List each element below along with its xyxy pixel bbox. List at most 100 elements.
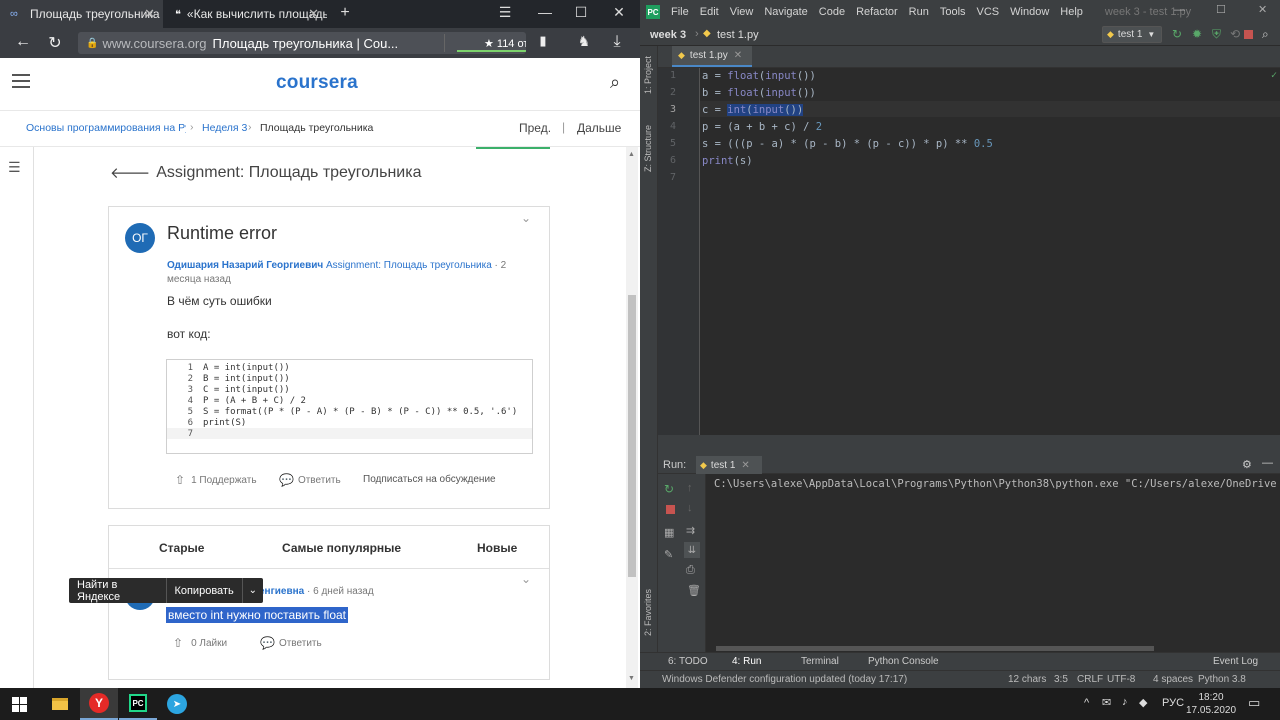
tab-oldest[interactable]: Старые: [159, 541, 204, 555]
file-encoding[interactable]: UTF-8: [1107, 674, 1135, 685]
stop-icon[interactable]: [666, 505, 675, 514]
editor-tab[interactable]: ◆ test 1.py ✕: [672, 46, 752, 67]
tab-coursera[interactable]: ∞ Площадь треугольника ✕: [0, 0, 163, 28]
rerun-icon[interactable]: ↻: [1172, 27, 1182, 41]
language-indicator[interactable]: РУС: [1162, 697, 1184, 709]
back-icon[interactable]: ←: [12, 33, 34, 51]
protect-icon[interactable]: ♞: [573, 33, 595, 50]
breadcrumb-week[interactable]: Неделя 3: [202, 122, 247, 134]
page-scrollbar[interactable]: ▲ ▼: [626, 147, 638, 688]
close-tab-icon[interactable]: ✕: [741, 460, 749, 471]
trash-icon[interactable]: 🗑: [687, 584, 701, 597]
copy-button[interactable]: Копировать: [166, 585, 241, 597]
menu-navigate[interactable]: Navigate: [764, 6, 807, 18]
search-icon[interactable]: ⌕: [610, 72, 620, 93]
list-icon[interactable]: ☰: [8, 159, 21, 176]
tray-expand-icon[interactable]: ^: [1084, 697, 1089, 709]
download-icon[interactable]: ⤓: [606, 33, 628, 51]
menu-edit[interactable]: Edit: [700, 6, 719, 18]
profile-icon[interactable]: ⟲: [1230, 27, 1240, 41]
network-icon[interactable]: ◆: [1139, 696, 1147, 709]
pycharm-taskbar-icon[interactable]: PC: [119, 688, 157, 720]
new-tab-button[interactable]: +: [330, 4, 360, 22]
browser-menu-icon[interactable]: ☰: [490, 4, 520, 21]
maximize-icon[interactable]: ☐: [566, 4, 596, 21]
prev-link[interactable]: Пред.: [519, 121, 551, 135]
chevron-down-icon[interactable]: ⌄: [521, 572, 531, 586]
project-tool-tab[interactable]: 1: Project: [643, 56, 653, 94]
file-explorer-icon[interactable]: [41, 688, 79, 720]
tray-audio-icon[interactable]: ♪: [1122, 696, 1128, 708]
author-link[interactable]: Одишария Назарий Георгиевич: [167, 260, 323, 271]
gear-icon[interactable]: ⚙: [1242, 458, 1252, 471]
menu-help[interactable]: Help: [1060, 6, 1083, 18]
rerun-icon[interactable]: ↻: [664, 482, 674, 496]
chevron-down-icon[interactable]: ⌄: [521, 211, 531, 225]
hamburger-menu-icon[interactable]: [12, 74, 30, 88]
run-tool-tab[interactable]: 4: Run: [732, 656, 761, 667]
assignment-link[interactable]: Assignment: Площадь треугольника: [326, 260, 492, 271]
console-scrollbar[interactable]: [716, 646, 1154, 651]
menu-run[interactable]: Run: [909, 6, 929, 18]
nav-file[interactable]: test 1.py: [717, 29, 759, 41]
soft-wrap-icon[interactable]: ⇉: [686, 524, 695, 537]
close-tab-icon[interactable]: ✕: [734, 50, 742, 61]
run-tab[interactable]: ◆ test 1 ✕: [696, 456, 762, 474]
structure-tool-tab[interactable]: Z: Structure: [643, 125, 653, 172]
coursera-logo[interactable]: coursera: [276, 72, 358, 94]
upvote-button[interactable]: ⇧ 1 Поддержать: [175, 473, 257, 487]
search-icon[interactable]: ⌕: [1262, 27, 1269, 42]
assignment-header[interactable]: 🡐 Assignment: Площадь треугольника: [110, 163, 421, 183]
coverage-icon[interactable]: ⛨: [1212, 27, 1221, 42]
notification-icon[interactable]: ▭: [1248, 695, 1260, 711]
pin-icon[interactable]: ✎: [664, 548, 673, 561]
scroll-up-icon[interactable]: ▲: [628, 151, 635, 158]
close-tab-icon[interactable]: ✕: [144, 6, 155, 22]
arrow-up-icon[interactable]: ↑: [687, 482, 693, 494]
menu-vcs[interactable]: VCS: [977, 6, 1000, 18]
scroll-down-icon[interactable]: ▼: [628, 675, 635, 682]
close-tab-icon[interactable]: ✕: [308, 6, 319, 22]
menu-tools[interactable]: Tools: [940, 6, 966, 18]
tab-most-popular[interactable]: Самые популярные: [282, 541, 401, 555]
status-message[interactable]: Windows Defender configuration updated (…: [662, 674, 907, 685]
event-log-tool-tab[interactable]: Event Log: [1213, 656, 1258, 667]
tab-newest[interactable]: Новые: [477, 541, 517, 555]
url-field[interactable]: 🔒 www.coursera.org Площадь треугольника …: [78, 32, 526, 54]
reply-author-link[interactable]: енгиевна: [259, 586, 304, 597]
arrow-down-icon[interactable]: ↓: [687, 502, 693, 514]
close-window-icon[interactable]: ✕: [1258, 3, 1267, 16]
nav-project[interactable]: week 3: [650, 29, 686, 41]
maximize-icon[interactable]: ☐: [1216, 3, 1226, 16]
reply-button[interactable]: 💬 Ответить: [260, 636, 322, 650]
menu-window[interactable]: Window: [1010, 6, 1049, 18]
like-button[interactable]: ⇧ 0 Лайки: [173, 636, 227, 650]
close-window-icon[interactable]: ✕: [604, 4, 634, 21]
subscribe-link[interactable]: Подписаться на обсуждение: [363, 474, 496, 485]
indent-setting[interactable]: 4 spaces: [1153, 674, 1193, 685]
hide-icon[interactable]: —: [1262, 457, 1273, 469]
clock[interactable]: 18:20 17.05.2020: [1186, 691, 1236, 717]
start-windows-icon[interactable]: [0, 688, 38, 720]
line-separator[interactable]: CRLF: [1077, 674, 1103, 685]
terminal-tool-tab[interactable]: Terminal: [801, 656, 839, 667]
search-yandex-button[interactable]: Найти в Яндексе: [69, 579, 166, 603]
scroll-to-end-icon[interactable]: ⇊: [684, 542, 700, 558]
reviews-badge[interactable]: ★ 114 отзывов: [444, 34, 526, 52]
reply-button[interactable]: 💬 Ответить: [279, 473, 341, 487]
todo-tool-tab[interactable]: 6: TODO: [668, 656, 708, 667]
minimize-icon[interactable]: —: [530, 4, 560, 20]
bookmark-icon[interactable]: ▮: [532, 33, 554, 49]
chevron-down-icon[interactable]: ⌄: [243, 585, 263, 596]
next-link[interactable]: Дальше: [577, 121, 621, 135]
tab-yandex-search[interactable]: ❝ «Как вычислить площадь ✕: [165, 0, 327, 28]
favorites-tool-tab[interactable]: 2: Favorites: [643, 589, 653, 636]
console-output[interactable]: C:\Users\alexe\AppData\Local\Programs\Py…: [714, 478, 1280, 490]
menu-view[interactable]: View: [730, 6, 754, 18]
stop-icon[interactable]: [1244, 30, 1253, 39]
debug-icon[interactable]: ✹: [1192, 27, 1202, 41]
code-editor[interactable]: 1234567 a = float(input()) b = float(inpu…: [658, 68, 1280, 435]
caret-position[interactable]: 3:5: [1054, 674, 1068, 685]
menu-file[interactable]: File: [671, 6, 689, 18]
breadcrumb-course[interactable]: Основы программирования на Pyth: [26, 122, 186, 134]
